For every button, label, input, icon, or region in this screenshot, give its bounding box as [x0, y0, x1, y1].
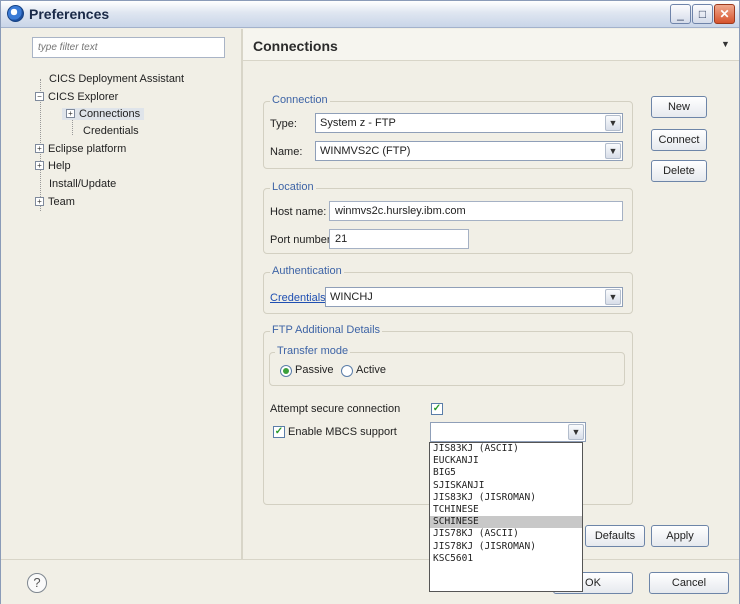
connection-group-label: Connection	[270, 94, 330, 106]
credentials-select-value: WINCHJ	[330, 291, 373, 303]
chevron-down-icon[interactable]: ▼	[605, 289, 621, 305]
maximize-button[interactable]: □	[692, 4, 713, 24]
new-button[interactable]: New	[651, 96, 707, 118]
filter-input[interactable]	[32, 37, 225, 58]
dropdown-option[interactable]: SJISKANJI	[430, 480, 582, 492]
tree-item-label: Eclipse platform	[48, 143, 127, 155]
dropdown-option[interactable]: JIS83KJ (JISROMAN)	[430, 492, 582, 504]
dropdown-option[interactable]: JIS78KJ (JISROMAN)	[430, 541, 582, 553]
page-title: Connections	[253, 38, 338, 54]
tree-item-team[interactable]: + Team	[35, 196, 75, 208]
preferences-window: Preferences _ □ ✕ CICS Deployment Assist…	[0, 0, 740, 604]
ftp-details-group-label: FTP Additional Details	[270, 324, 383, 336]
dropdown-option[interactable]: BIG5	[430, 467, 582, 479]
passive-label: Passive	[295, 364, 334, 376]
tree-item-cics-deployment-assistant[interactable]: CICS Deployment Assistant	[49, 73, 184, 85]
chevron-down-icon[interactable]: ▼	[568, 424, 584, 440]
tree-item-label: CICS Explorer	[48, 91, 119, 103]
tree-item-selected: + Connections	[62, 108, 145, 120]
apply-button[interactable]: Apply	[651, 525, 709, 547]
page-menu-icon[interactable]: ▼	[721, 39, 730, 49]
mbcs-support-checkbox[interactable]: ✓	[273, 426, 285, 438]
chevron-down-icon[interactable]: ▼	[605, 143, 621, 159]
expand-icon[interactable]: +	[35, 144, 44, 153]
tree-item-connections[interactable]: + Connections	[62, 108, 145, 120]
close-button[interactable]: ✕	[714, 4, 735, 24]
type-select[interactable]: System z - FTP ▼	[315, 113, 623, 133]
tree-item-eclipse-platform[interactable]: + Eclipse platform	[35, 143, 126, 155]
dropdown-option[interactable]: KSC5601	[430, 553, 582, 565]
dropdown-option[interactable]: EUCKANJI	[430, 455, 582, 467]
mbcs-encoding-select[interactable]: ▼	[430, 422, 586, 442]
title-bar[interactable]: Preferences _ □ ✕	[1, 1, 739, 28]
credentials-link[interactable]: Credentials:	[270, 292, 329, 304]
active-radio[interactable]	[341, 365, 353, 377]
dropdown-option[interactable]: JIS78KJ (ASCII)	[430, 528, 582, 540]
dialog-button-bar: ? OK Cancel	[1, 559, 739, 604]
type-label: Type:	[270, 118, 297, 130]
connect-button[interactable]: Connect	[651, 129, 707, 151]
tree-item-help[interactable]: + Help	[35, 160, 71, 172]
passive-radio[interactable]	[280, 365, 292, 377]
tree-item-credentials[interactable]: Credentials	[83, 125, 139, 137]
chevron-down-icon[interactable]: ▼	[605, 115, 621, 131]
transfer-mode-label: Transfer mode	[275, 345, 351, 357]
host-name-input[interactable]: winmvs2c.hursley.ibm.com	[329, 201, 623, 221]
expand-icon[interactable]: +	[66, 109, 75, 118]
delete-button[interactable]: Delete	[651, 160, 707, 182]
help-icon[interactable]: ?	[27, 573, 47, 593]
dropdown-option[interactable]: JIS83KJ (ASCII)	[430, 443, 582, 455]
secure-connection-checkbox[interactable]: ✓	[431, 403, 443, 415]
tree-item-label: Team	[48, 196, 75, 208]
credentials-select[interactable]: WINCHJ ▼	[325, 287, 623, 307]
window-title: Preferences	[29, 6, 110, 22]
expand-icon[interactable]: +	[35, 197, 44, 206]
collapse-icon[interactable]: −	[35, 92, 44, 101]
page-header: Connections ▼	[243, 29, 739, 61]
tree-item-label: Install/Update	[49, 178, 117, 190]
app-icon	[7, 5, 24, 22]
name-select-value: WINMVS2C (FTP)	[320, 145, 411, 157]
secure-connection-label: Attempt secure connection	[270, 403, 401, 415]
expand-icon[interactable]: +	[35, 161, 44, 170]
tree-item-label: Help	[48, 160, 71, 172]
tree-item-cics-explorer[interactable]: − CICS Explorer	[35, 91, 118, 103]
name-label: Name:	[270, 146, 303, 158]
tree-item-install-update[interactable]: Install/Update	[49, 178, 116, 190]
tree-item-label: Credentials	[83, 125, 139, 137]
cancel-button[interactable]: Cancel	[649, 572, 729, 594]
name-select[interactable]: WINMVS2C (FTP) ▼	[315, 141, 623, 161]
port-number-input[interactable]: 21	[329, 229, 469, 249]
active-label: Active	[356, 364, 386, 376]
port-number-label: Port number:	[270, 234, 334, 246]
type-select-value: System z - FTP	[320, 117, 396, 129]
dropdown-option[interactable]: SCHINESE	[430, 516, 582, 529]
mbcs-support-label: Enable MBCS support	[288, 426, 397, 438]
authentication-group-label: Authentication	[270, 265, 344, 277]
tree-item-label: Connections	[79, 108, 141, 120]
mbcs-encoding-dropdown-list[interactable]: JIS83KJ (ASCII) EUCKANJI BIG5 SJISKANJI JIS8…	[429, 442, 583, 592]
minimize-button[interactable]: _	[670, 4, 691, 24]
tree-item-label: CICS Deployment Assistant	[49, 73, 185, 85]
restore-defaults-button[interactable]: Defaults	[585, 525, 645, 547]
dropdown-option[interactable]: TCHINESE	[430, 504, 582, 516]
preferences-tree-pane: CICS Deployment Assistant −CICS Explorer…	[1, 29, 241, 559]
location-group-label: Location	[270, 181, 316, 193]
host-name-label: Host name:	[270, 206, 327, 218]
